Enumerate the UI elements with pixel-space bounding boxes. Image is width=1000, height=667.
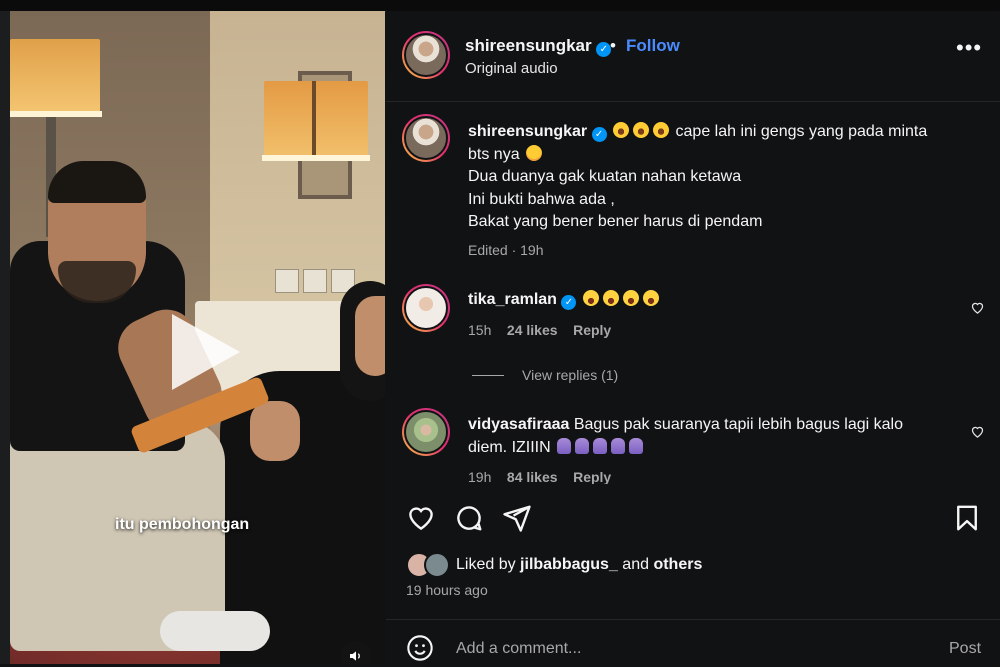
share-icon — [503, 505, 531, 532]
liker-avatar — [424, 552, 450, 578]
heart-icon — [409, 507, 433, 531]
video-scene-man-hair — [48, 161, 146, 203]
reel-video[interactable]: itu pembohongan — [10, 11, 385, 664]
view-replies-button[interactable]: View replies (1) — [472, 367, 618, 383]
verified-icon: ✓ — [591, 127, 607, 142]
caption-username[interactable]: shireensungkar — [468, 123, 587, 140]
footer-divider — [386, 619, 1000, 620]
post-header-user: shireensungkar ✓ — [465, 36, 612, 57]
comment-time: 19h — [468, 469, 492, 484]
video-scene-lamp-right — [264, 81, 368, 159]
header-separator: • — [610, 36, 616, 55]
comment-username[interactable]: tika_ramlan — [468, 291, 557, 308]
comment-like-button[interactable] — [970, 300, 985, 318]
liked-by: Liked by jilbabbagus_ and others — [406, 552, 702, 578]
header-divider — [386, 101, 1000, 102]
share-button[interactable] — [502, 503, 532, 538]
caption-line-4: Bakat yang bener bener harus di pendam — [468, 213, 763, 230]
folded-hands-emoji-icon — [611, 437, 626, 454]
grinning-emoji-icon — [622, 290, 639, 306]
bookmark-icon — [957, 505, 977, 531]
comment-icon — [457, 506, 482, 531]
comment-likes[interactable]: 24 likes — [507, 322, 558, 338]
caption-author-avatar[interactable] — [402, 114, 450, 162]
comment: tika_ramlan ✓ 15h 24 likes Reply — [468, 289, 938, 338]
caption-line-1b: bts nya — [468, 145, 520, 163]
folded-hands-emoji-icon — [629, 437, 644, 454]
more-icon[interactable]: ••• — [956, 37, 982, 59]
save-button[interactable] — [952, 503, 982, 538]
comment-text: Bagus pak suaranya tapii lebih bagus lag… — [573, 416, 903, 433]
rofl-emoji-icon — [613, 122, 630, 138]
post-timestamp: 19 hours ago — [406, 582, 488, 598]
folded-hands-emoji-icon — [593, 437, 608, 454]
folded-hands-emoji-icon — [575, 437, 590, 454]
view-replies-label[interactable]: View replies (1) — [522, 367, 618, 383]
video-scene-sock — [160, 611, 270, 651]
rofl-emoji-icon — [633, 122, 650, 138]
grinning-emoji-icon — [582, 290, 599, 306]
video-scene-lamp-left-glow — [10, 111, 102, 117]
post-caption: shireensungkar ✓ cape lah ini gengs yang… — [468, 121, 978, 258]
like-button[interactable] — [406, 503, 436, 538]
video-scene-woman-hand — [250, 401, 300, 461]
comment-likes[interactable]: 84 likes — [507, 469, 558, 484]
video-overlay-caption: itu pembohongan — [115, 516, 250, 533]
folded-hands-emoji-icon — [557, 437, 572, 454]
heart-icon — [971, 302, 984, 314]
left-edge-strip — [0, 11, 10, 664]
emoji-picker-button[interactable] — [406, 634, 434, 667]
author-avatar[interactable] — [402, 31, 450, 79]
grinning-emoji-icon — [642, 290, 659, 306]
verified-icon: ✓ — [561, 295, 577, 310]
video-scene-outlet — [275, 269, 299, 293]
add-comment-input[interactable]: Add a comment... — [456, 640, 581, 658]
play-icon[interactable] — [172, 314, 240, 390]
comment-reply-button[interactable]: Reply — [573, 322, 611, 338]
video-scene-outlet — [303, 269, 327, 293]
caption-line-2: Dua duanya gak kuatan nahan ketawa — [468, 168, 742, 185]
mute-button[interactable] — [341, 641, 371, 664]
comment-reply-button[interactable]: Reply — [573, 469, 611, 484]
liked-by-others[interactable]: others — [653, 556, 702, 574]
comment-avatar[interactable] — [402, 284, 450, 332]
heart-icon — [971, 426, 984, 438]
video-scene-lamp-right-glow — [262, 155, 370, 161]
liked-by-prefix: Liked by — [456, 556, 516, 573]
rofl-emoji-icon — [653, 122, 670, 138]
comment-button[interactable] — [454, 503, 484, 538]
video-scene-woman-face — [355, 296, 385, 376]
mute-icon — [350, 651, 360, 661]
comment-time: 15h — [468, 321, 492, 338]
comment-text-cont: diem. IZIIIN — [468, 438, 551, 456]
comment-avatar[interactable] — [402, 408, 450, 456]
liked-by-user[interactable]: jilbabbagus_ — [520, 556, 618, 574]
post-comment-button[interactable]: Post — [949, 640, 981, 658]
caption-line-3: Ini bukti bahwa ada , — [468, 190, 615, 208]
caption-line-1: cape lah ini gengs yang pada minta — [675, 123, 928, 140]
comment-like-button[interactable] — [970, 424, 985, 442]
grinning-emoji-icon — [602, 290, 619, 306]
video-scene-lamp-left — [10, 39, 100, 117]
hugging-emoji-icon — [526, 144, 543, 161]
emoji-icon — [407, 635, 433, 661]
liked-by-and: and — [622, 556, 649, 573]
comment: vidyasafiraaa Bagus pak suaranya tapii l… — [468, 414, 948, 484]
post-actions — [404, 503, 994, 535]
author-username[interactable]: shireensungkar — [465, 36, 592, 55]
caption-meta: Edited · 19h — [468, 241, 544, 258]
original-audio-link[interactable]: Original audio — [465, 60, 558, 77]
post-panel: shireensungkar ✓ • Follow Original audio… — [386, 11, 1000, 664]
replies-line — [472, 374, 504, 376]
comment-username[interactable]: vidyasafiraaa — [468, 416, 569, 433]
follow-button[interactable]: Follow — [626, 36, 680, 56]
